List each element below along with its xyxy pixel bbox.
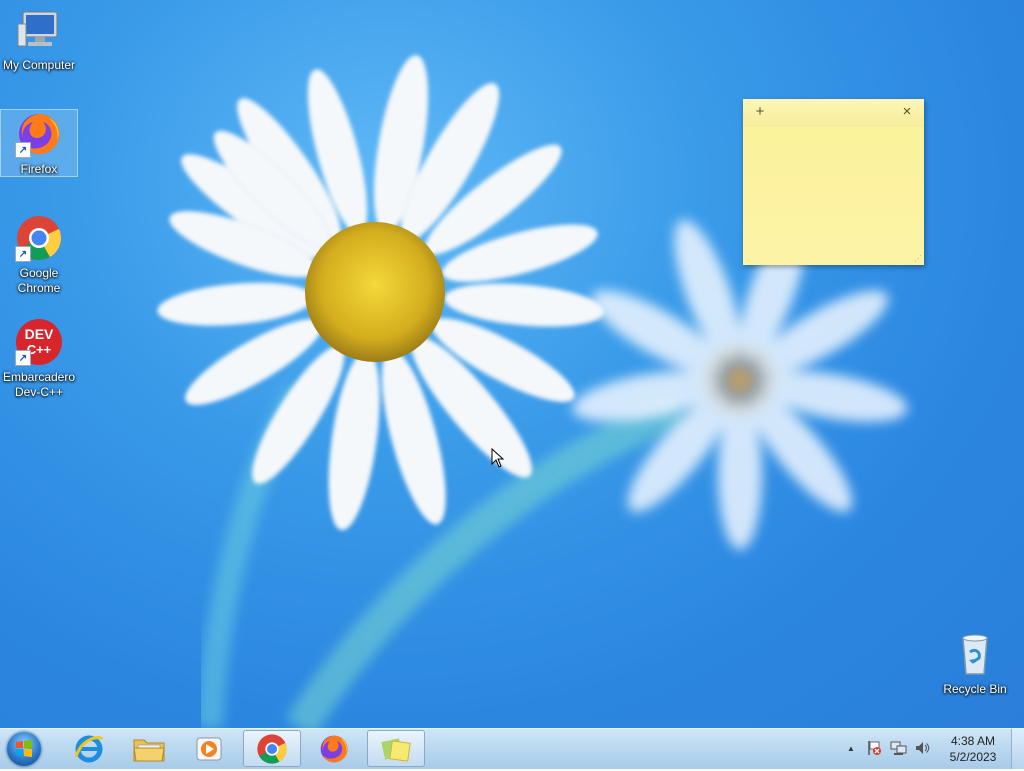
taskbar-firefox[interactable]: [305, 730, 363, 767]
desktop-icon-recycle-bin[interactable]: Recycle Bin: [937, 630, 1013, 697]
sticky-note-window[interactable]: + × ⋰: [743, 99, 924, 265]
sticky-note-text-area[interactable]: [743, 127, 924, 257]
desktop-icon-label: Google Chrome: [17, 266, 61, 295]
windows-logo-icon: [7, 732, 41, 766]
folder-icon: [133, 739, 165, 761]
taskbar-file-explorer[interactable]: [120, 730, 178, 767]
sticky-notes-icon: [381, 737, 411, 762]
start-button[interactable]: [4, 730, 44, 768]
new-note-button[interactable]: +: [751, 103, 769, 120]
desktop-icon-embarcadero-devcpp[interactable]: DEV C++ ↗ Embarcadero Dev-C++: [1, 318, 77, 400]
chevron-up-icon: ▲: [847, 743, 855, 753]
network-icon[interactable]: [890, 739, 908, 757]
mouse-cursor-icon: [491, 447, 505, 473]
desktop-icon-google-chrome[interactable]: ↗ Google Chrome: [1, 214, 77, 296]
clock-date: 5/2/2023: [949, 750, 997, 764]
firefox-icon: [320, 735, 348, 762]
devcpp-icon: DEV C++ ↗: [15, 318, 63, 366]
taskbar-media-player[interactable]: [180, 730, 238, 767]
system-clock[interactable]: 4:38 AM 5/2/2023: [934, 733, 1012, 765]
media-player-icon: [196, 737, 222, 760]
shortcut-arrow-icon: ↗: [15, 350, 31, 366]
svg-text:DEV: DEV: [25, 326, 54, 342]
desktop-icon-label: Embarcadero Dev-C++: [2, 370, 76, 399]
desktop-icon-label: Firefox: [20, 162, 58, 176]
show-hidden-icons-button[interactable]: ▲: [842, 739, 860, 757]
show-desktop-button[interactable]: [1011, 729, 1024, 769]
desktop-icon-firefox[interactable]: ↗ Firefox: [0, 109, 78, 177]
chrome-icon: ↗: [15, 214, 63, 262]
ie-icon: [74, 735, 104, 762]
taskbar: ▲ 4:38 AM 5/2/2023: [0, 728, 1024, 769]
close-note-button[interactable]: ×: [898, 103, 916, 120]
clock-time: 4:38 AM: [950, 734, 996, 748]
taskbar-google-chrome[interactable]: [243, 730, 301, 767]
desktop-icon-label: Recycle Bin: [943, 682, 1007, 696]
desktop-icon-my-computer[interactable]: My Computer: [1, 6, 77, 73]
taskbar-internet-explorer[interactable]: [60, 730, 118, 767]
volume-icon[interactable]: [913, 739, 931, 757]
computer-icon: [15, 6, 63, 54]
shortcut-arrow-icon: ↗: [15, 142, 31, 158]
sticky-note-titlebar[interactable]: + ×: [743, 99, 924, 127]
desktop-icon-label: My Computer: [2, 58, 76, 72]
chrome-icon: [257, 733, 287, 764]
recycle-bin-icon: [951, 630, 999, 678]
firefox-icon: ↗: [15, 110, 63, 158]
action-center-flag-icon[interactable]: [865, 739, 883, 757]
resize-grip-icon[interactable]: ⋰: [914, 254, 922, 263]
shortcut-arrow-icon: ↗: [15, 246, 31, 262]
taskbar-sticky-notes[interactable]: [367, 730, 425, 767]
